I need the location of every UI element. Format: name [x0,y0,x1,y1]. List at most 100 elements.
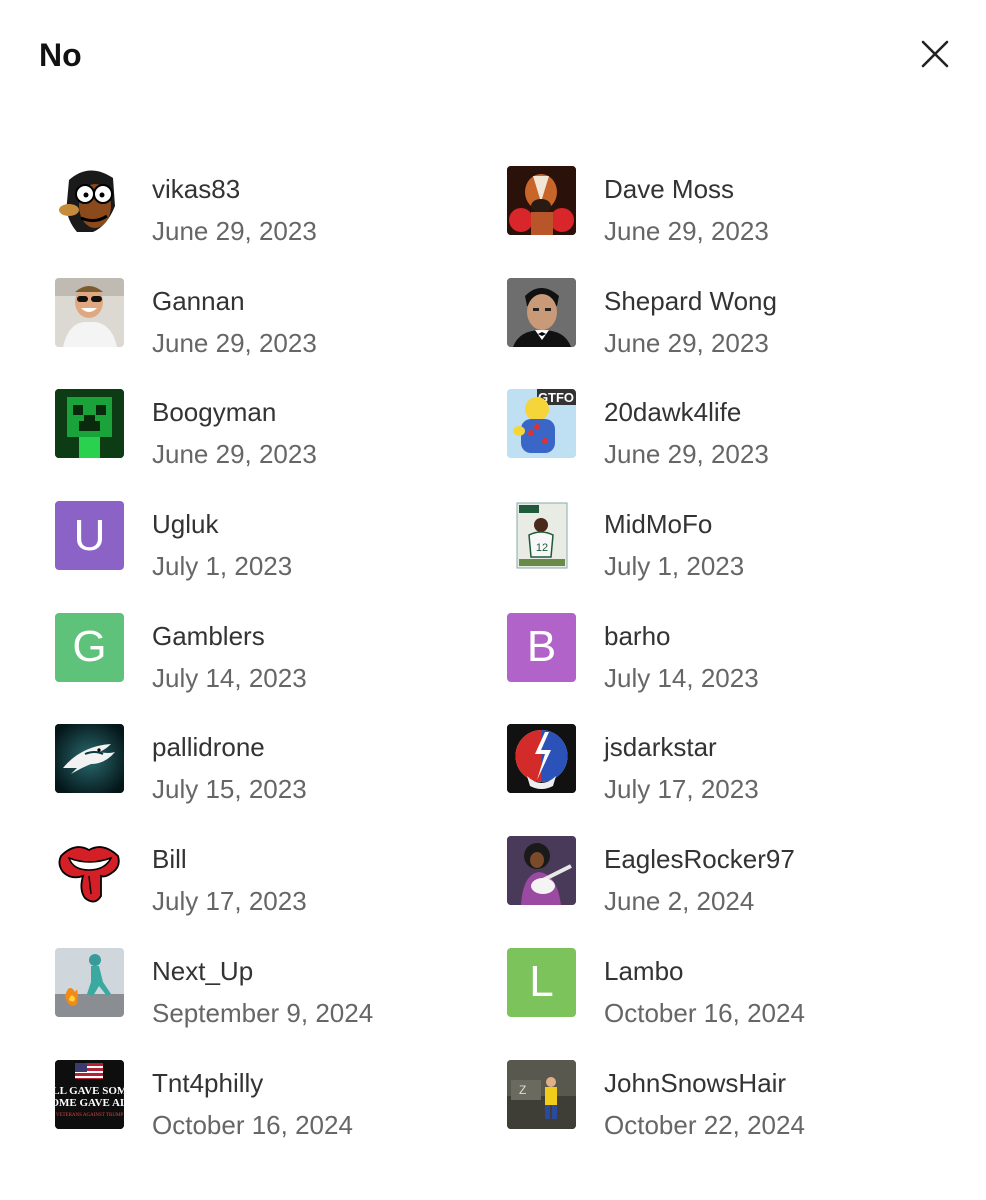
avatar[interactable] [55,836,124,906]
voter-item[interactable]: Bill July 17, 2023 [55,836,507,948]
voter-meta: JohnSnowsHair October 22, 2024 [604,1060,805,1142]
avatar-letter: B [526,622,557,672]
voter-item[interactable]: Z JohnSnowsHair October 22, 2024 [507,1059,935,1172]
avatar[interactable] [507,724,576,794]
voter-name[interactable]: Dave Moss [604,172,769,206]
voter-name[interactable]: MidMoFo [604,507,744,541]
svg-text:Z: Z [519,1083,526,1097]
avatar[interactable] [507,277,576,347]
avatar[interactable]: B [507,612,576,682]
voter-item[interactable]: 12 MidMoFo July 1, 2023 [507,501,935,613]
avatar[interactable] [55,947,124,1017]
voter-item[interactable]: pallidrone July 15, 2023 [55,724,507,836]
avatar[interactable] [55,277,124,347]
voter-meta: Boogyman June 29, 2023 [152,389,317,471]
voter-meta: Tnt4philly October 16, 2024 [152,1060,353,1142]
avatar[interactable] [507,836,576,906]
avatar[interactable] [55,389,124,459]
voter-name[interactable]: jsdarkstar [604,730,759,764]
vote-date: June 29, 2023 [604,216,769,246]
vote-date: July 1, 2023 [152,551,293,582]
voter-item[interactable]: GTFO 20dawk4life June 29, 2023 [507,389,935,501]
vote-date: June 29, 2023 [604,439,769,470]
dialog-title: No [39,37,82,73]
svg-text:SOME GAVE ALL: SOME GAVE ALL [55,1097,124,1109]
avatar[interactable]: 12 [507,501,576,571]
voter-name[interactable]: Gamblers [152,619,307,653]
voter-meta: Next_Up September 9, 2024 [152,948,373,1030]
voter-item[interactable]: Shepard Wong June 29, 2023 [507,277,935,390]
voter-meta: MidMoFo July 1, 2023 [604,501,744,583]
voter-item[interactable]: jsdarkstar July 17, 2023 [507,724,935,836]
voter-item[interactable]: Next_Up September 9, 2024 [55,947,507,1060]
avatar[interactable]: GTFO [507,389,576,459]
voter-name[interactable]: pallidrone [152,730,307,764]
voter-meta: Shepard Wong June 29, 2023 [604,278,777,360]
avatar[interactable]: G [55,612,124,682]
voter-name[interactable]: Shepard Wong [604,284,777,318]
voter-item[interactable]: L Lambo October 16, 2024 [507,947,935,1060]
voter-meta: Dave Moss June 29, 2023 [604,166,769,248]
avatar[interactable] [507,166,576,235]
voter-name[interactable]: Gannan [152,284,317,318]
avatar[interactable] [55,166,124,235]
vote-date: July 15, 2023 [152,774,307,805]
voter-item[interactable]: Dave Moss June 29, 2023 [507,166,935,278]
svg-text:12: 12 [536,542,548,554]
vote-date: October 22, 2024 [604,1109,805,1140]
voters-dialog: No vikas83 June 29, 2023 Dave Moss June 29,… [0,0,986,1200]
voter-name[interactable]: 20dawk4life [604,395,769,429]
voter-meta: Ugluk July 1, 2023 [152,501,292,583]
voter-meta: Gannan June 29, 2023 [152,278,317,360]
voter-name[interactable]: EaglesRocker97 [604,842,795,876]
avatar[interactable]: U [55,501,124,571]
voter-meta: EaglesRocker97 June 2, 2024 [604,836,795,918]
vote-date: July 17, 2023 [152,886,307,917]
avatar[interactable]: ALL GAVE SOMESOME GAVE ALL VETERANS AGAIN… [55,1059,124,1129]
voter-name[interactable]: vikas83 [152,172,317,206]
child-on-tank-avatar: Z [507,1059,576,1129]
voter-name[interactable]: barho [604,619,759,653]
vote-date: July 17, 2023 [604,774,759,805]
voter-name[interactable]: Boogyman [152,395,317,429]
avatar[interactable]: L [507,947,576,1017]
voter-meta: Gamblers July 14, 2023 [152,613,307,695]
avatar-letter: U [73,510,106,560]
gtfo-cartoon-avatar: GTFO [507,389,576,459]
football-card-avatar: 12 [507,501,576,571]
vote-date: June 29, 2023 [152,327,317,358]
voter-meta: Lambo October 16, 2024 [604,948,805,1030]
voter-name[interactable]: Next_Up [152,954,373,988]
close-icon [921,40,949,68]
voter-name[interactable]: Bill [152,842,307,876]
avatar[interactable]: Z [507,1059,576,1129]
voter-name[interactable]: JohnSnowsHair [604,1066,805,1100]
avatar[interactable] [55,724,124,794]
steal-your-face-avatar [507,724,576,794]
voter-list: vikas83 June 29, 2023 Dave Moss June 29, 20… [55,166,935,1171]
voter-item[interactable]: Gannan June 29, 2023 [55,277,507,390]
close-button[interactable] [915,34,955,74]
voter-item[interactable]: U Ugluk July 1, 2023 [55,501,507,613]
svg-text:VETERANS AGAINST TRUMP: VETERANS AGAINST TRUMP [56,1113,124,1118]
voter-name[interactable]: Tnt4philly [152,1066,353,1100]
voter-item[interactable]: vikas83 June 29, 2023 [55,166,507,278]
flag-text-avatar: ALL GAVE SOMESOME GAVE ALL VETERANS AGAIN… [55,1059,124,1129]
voter-item[interactable]: Bbarho July 14, 2023 [507,612,935,725]
voter-item[interactable]: EaglesRocker97 June 2, 2024 [507,836,935,948]
voter-item[interactable]: G Gamblers July 14, 2023 [55,612,507,725]
svg-text:ALL GAVE SOME: ALL GAVE SOME [55,1085,124,1097]
vote-date: June 29, 2023 [604,327,769,358]
voter-name[interactable]: Lambo [604,954,805,988]
man-portrait-avatar [507,277,576,347]
running-man-avatar [55,947,124,1017]
vote-date: July 1, 2023 [604,551,745,582]
vote-date: July 14, 2023 [604,662,759,693]
vote-date: June 2, 2024 [604,886,755,917]
tongue-logo-avatar [55,836,124,906]
voter-item[interactable]: Boogyman June 29, 2023 [55,389,507,501]
avatar-letter: G [72,622,107,672]
voter-item[interactable]: ALL GAVE SOMESOME GAVE ALL VETERANS AGAIN… [55,1059,507,1172]
voter-name[interactable]: Ugluk [152,507,292,541]
vote-date: October 16, 2024 [152,1109,353,1140]
